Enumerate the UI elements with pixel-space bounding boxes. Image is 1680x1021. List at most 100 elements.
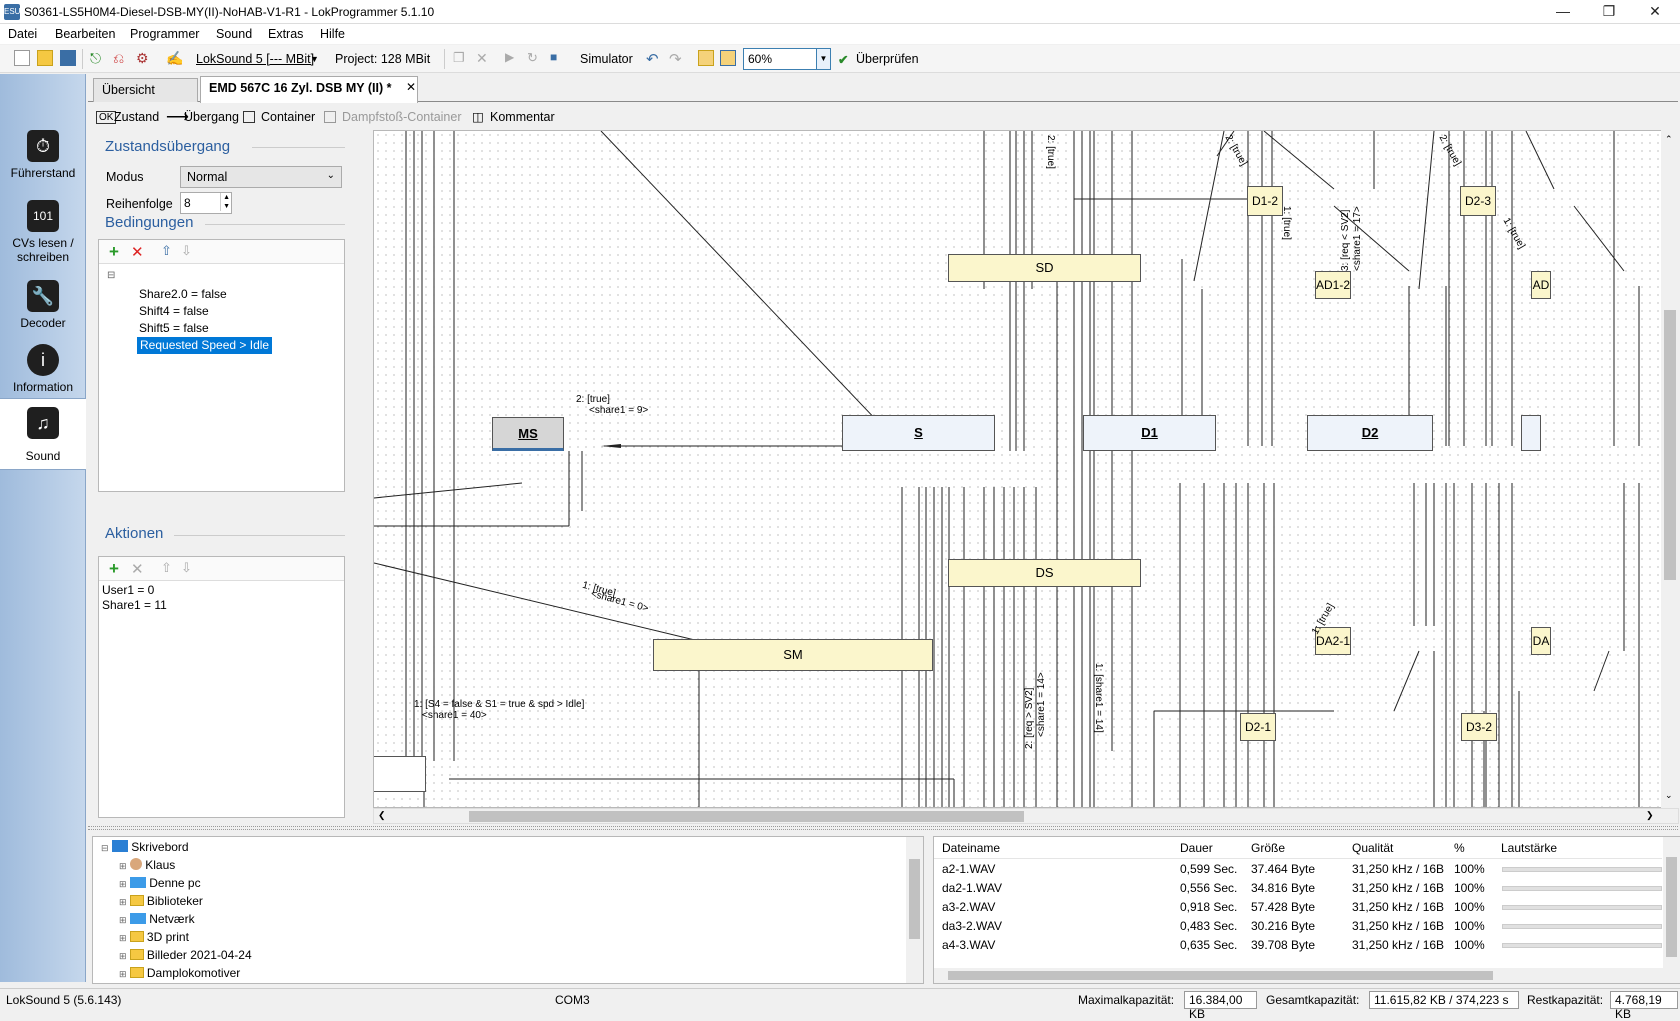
menu-datei[interactable]: Datei (8, 27, 37, 41)
nav-cvs[interactable]: 101 CVs lesen / schreiben (0, 198, 86, 264)
transition-label[interactable]: <share1 = 17> (1352, 206, 1363, 271)
tree-item[interactable]: ⊞ Billeder 2021-04-24 (119, 947, 252, 965)
add-steam-container-button[interactable]: Dampfstoß-Container (342, 110, 462, 124)
state-partial[interactable] (374, 756, 426, 792)
scroll-thumb[interactable] (1664, 310, 1676, 580)
state-d3-partial[interactable] (1521, 415, 1541, 451)
scroll-right-icon[interactable]: ❯ (1646, 810, 1654, 821)
chevron-down-icon[interactable]: ▼ (816, 49, 830, 69)
state-d1-2[interactable]: D1-2 (1247, 186, 1283, 216)
transition-label[interactable]: <share1 = 14> (1036, 672, 1047, 737)
state-ms[interactable]: MS (492, 417, 564, 451)
tree-item[interactable]: ⊞ 3D print (119, 929, 189, 947)
table-row[interactable]: da3-2.WAV 0,483 Sec. 30.216 Byte 31,250 kHz… (934, 917, 1662, 936)
volume-slider[interactable] (1502, 867, 1662, 872)
horizontal-scrollbar[interactable]: ❮ ❯ (373, 808, 1679, 824)
volume-slider[interactable] (1502, 905, 1662, 910)
state-d2[interactable]: D2 (1307, 415, 1433, 451)
nav-information[interactable]: i Information (0, 342, 86, 406)
tab-sound-project[interactable]: EMD 567C 16 Zyl. DSB MY (II) * (200, 76, 418, 103)
zoom-select[interactable]: 60% ▼ (743, 48, 831, 70)
state-ad-partial[interactable]: AD (1531, 271, 1551, 299)
state-sd[interactable]: SD (948, 254, 1141, 282)
list-hscrollbar[interactable] (934, 968, 1663, 983)
menu-bearbeiten[interactable]: Bearbeiten (55, 27, 115, 41)
transition-label[interactable]: 2: [req > SV2] (1024, 688, 1035, 749)
scroll-left-icon[interactable]: ❮ (378, 810, 386, 821)
expand-icon[interactable]: ⊞ (119, 915, 127, 925)
state-diagram-canvas[interactable]: MS S D1 D2 SD DS SM D1-2 D2-3 AD1-2 AD D… (373, 130, 1679, 808)
state-ad1-2[interactable]: AD1-2 (1315, 271, 1351, 299)
menu-programmer[interactable]: Programmer (130, 27, 199, 41)
scroll-thumb[interactable] (469, 811, 1024, 822)
transition-label[interactable]: 1: [S4 = false & S1 = true & spd > Idle] (414, 699, 584, 710)
table-row[interactable]: a2-1.WAV 0,599 Sec. 37.464 Byte 31,250 kHz … (934, 860, 1662, 879)
new-icon[interactable] (14, 50, 30, 66)
state-d1[interactable]: D1 (1083, 415, 1216, 451)
tree-scrollbar[interactable] (906, 837, 923, 983)
write-icon[interactable]: ⎌ (113, 50, 129, 66)
scroll-up-icon[interactable]: ⌃ (1665, 134, 1673, 145)
maximize-button[interactable]: ❐ (1586, 0, 1632, 24)
state-s[interactable]: S (842, 415, 995, 451)
remove-icon[interactable]: ✕ (131, 560, 144, 578)
move-up-icon[interactable]: ⇧ (161, 243, 172, 259)
column-header[interactable]: Dateiname (942, 841, 1000, 855)
table-row[interactable]: a3-2.WAV 0,918 Sec. 57.428 Byte 31,250 kHz … (934, 898, 1662, 917)
layout-icon[interactable] (720, 50, 736, 66)
save-icon[interactable] (60, 50, 76, 66)
column-header[interactable]: Dauer (1180, 841, 1213, 855)
column-header[interactable]: % (1454, 841, 1465, 855)
action-item[interactable]: Share1 = 11 (102, 598, 167, 613)
play-icon[interactable]: ▶ (505, 50, 521, 66)
scroll-thumb[interactable] (1666, 857, 1677, 957)
transition-label[interactable]: <share1 = 9> (589, 405, 648, 416)
expand-icon[interactable]: ⊞ (119, 951, 127, 961)
delete-icon[interactable]: ✕ (476, 50, 492, 66)
column-header[interactable]: Qualität (1352, 841, 1393, 855)
menu-hilfe[interactable]: Hilfe (320, 27, 345, 41)
replay-icon[interactable]: ↻ (527, 50, 543, 66)
menu-sound[interactable]: Sound (216, 27, 252, 41)
column-header[interactable]: Größe (1251, 841, 1285, 855)
state-sm[interactable]: SM (653, 639, 933, 671)
state-d2-1[interactable]: D2-1 (1240, 713, 1276, 741)
stepper-arrows-icon[interactable]: ▲ ▼ (220, 193, 230, 211)
table-row[interactable]: da2-1.WAV 0,556 Sec. 34.816 Byte 31,250 kHz… (934, 879, 1662, 898)
undo-icon[interactable]: ↶ (646, 50, 662, 68)
tree-item[interactable]: ⊞ Biblioteker (119, 893, 203, 911)
state-d3-2[interactable]: D3-2 (1461, 713, 1497, 741)
nav-fuehrerstand[interactable]: ⏱ Führerstand (0, 128, 86, 192)
move-up-icon[interactable]: ⇧ (161, 560, 172, 576)
tree-item[interactable]: ⊞ Denne pc (119, 875, 201, 893)
condition-item[interactable]: Shift4 = false (139, 303, 209, 320)
menu-extras[interactable]: Extras (268, 27, 303, 41)
state-da-partial[interactable]: DA (1531, 627, 1551, 655)
tab-overview[interactable]: Übersicht (93, 78, 198, 102)
move-down-icon[interactable]: ⇩ (181, 243, 192, 259)
expand-icon[interactable]: ⊞ (119, 879, 127, 889)
nav-decoder[interactable]: 🔧 Decoder (0, 278, 86, 342)
column-header[interactable]: Lautstärke (1501, 841, 1557, 855)
condition-item[interactable]: Share2.0 = false (139, 286, 227, 303)
scroll-thumb[interactable] (909, 859, 920, 939)
simulator-button[interactable]: Simulator (580, 52, 633, 66)
scroll-thumb[interactable] (948, 971, 1493, 980)
order-stepper[interactable]: 8 ▲ ▼ (180, 192, 232, 214)
collapse-icon[interactable]: ⊟ (101, 843, 109, 853)
condition-item[interactable]: Shift5 = false (139, 320, 209, 337)
tree-item[interactable]: ⊞ Netværk (119, 911, 195, 929)
state-d2-3[interactable]: D2-3 (1460, 186, 1496, 216)
minimize-button[interactable]: — (1540, 0, 1586, 24)
open-icon[interactable] (37, 50, 53, 66)
transition-label[interactable]: 2: [true] (576, 394, 610, 405)
add-icon[interactable]: + (109, 242, 119, 262)
decoder-select[interactable]: LokSound 5 [--- MBit] (196, 52, 314, 66)
tree-item[interactable]: ⊞ Damplokomotiver (119, 965, 240, 983)
transition-label[interactable]: <share1 = 40> (422, 710, 487, 721)
volume-slider[interactable] (1502, 886, 1662, 891)
stop-icon[interactable]: ■ (550, 50, 566, 66)
expand-icon[interactable]: ⊞ (119, 933, 127, 943)
add-comment-button[interactable]: Kommentar (490, 110, 555, 124)
add-icon[interactable]: + (109, 559, 119, 579)
